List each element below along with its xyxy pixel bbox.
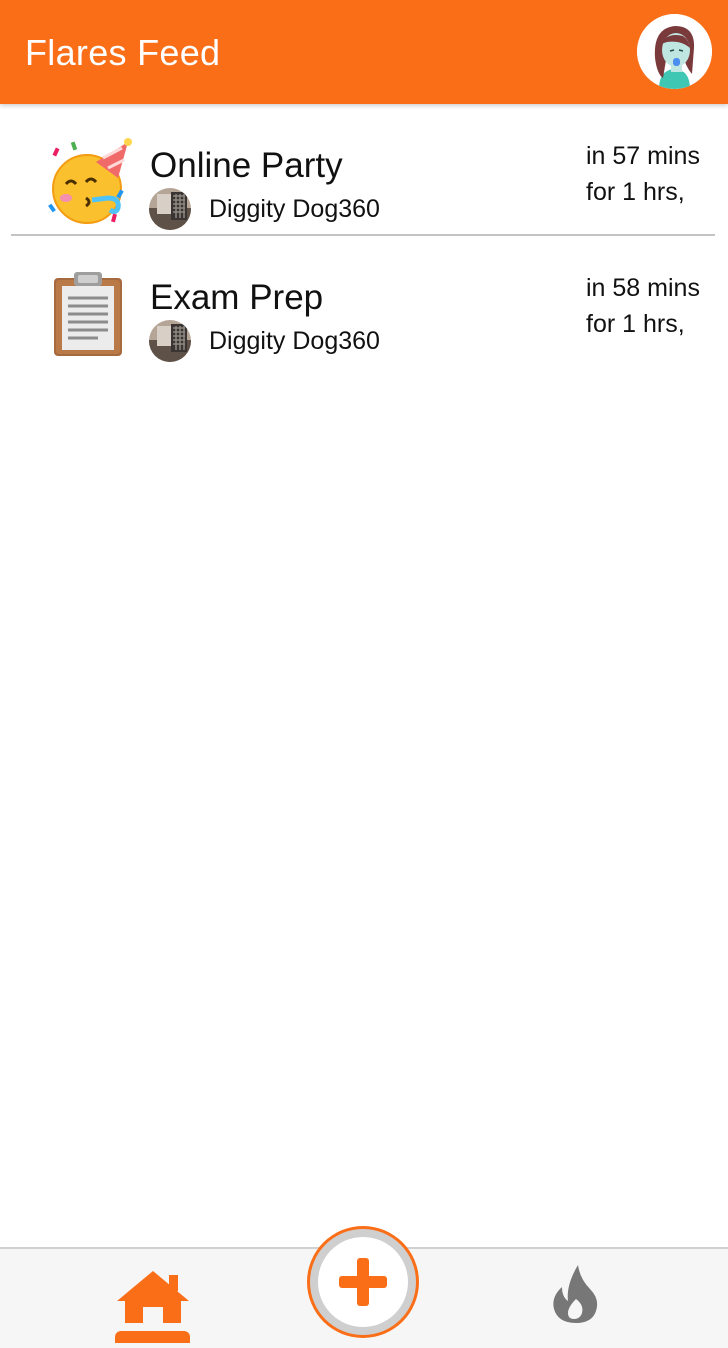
profile-avatar-button[interactable]: [637, 14, 712, 89]
user-avatar-icon: [637, 14, 712, 89]
host-name: Diggity Dog360: [209, 327, 380, 355]
flare-list-item[interactable]: Exam Prep Diggity Dog360 in 58 mins for …: [0, 236, 728, 368]
flare-start-time: in 57 mins: [586, 142, 700, 170]
home-icon: [117, 1271, 189, 1323]
host-avatar-icon: [149, 320, 191, 362]
flare-title: Exam Prep: [150, 278, 324, 317]
flame-icon: [553, 1265, 598, 1323]
flare-time: in 57 mins for 1 hrs,: [586, 138, 726, 210]
flare-list-item[interactable]: Online Party Diggity Dog360 in 57 mins f…: [0, 104, 728, 236]
host-avatar-icon: [149, 188, 191, 230]
flare-start-time: in 58 mins: [586, 274, 700, 302]
add-icon: [339, 1258, 387, 1306]
host-name: Diggity Dog360: [209, 195, 380, 223]
flare-duration: for 1 hrs,: [586, 310, 685, 338]
party-face-emoji-icon: [46, 138, 134, 226]
app-bar: Flares Feed: [0, 0, 728, 104]
active-tab-indicator: [115, 1331, 190, 1343]
nav-flares-button[interactable]: [550, 1263, 600, 1325]
flare-time: in 58 mins for 1 hrs,: [586, 270, 726, 342]
flare-title: Online Party: [150, 146, 343, 185]
page-title: Flares Feed: [25, 32, 221, 73]
flare-duration: for 1 hrs,: [586, 178, 685, 206]
flares-feed-list: Online Party Diggity Dog360 in 57 mins f…: [0, 104, 728, 368]
add-flare-button[interactable]: [307, 1226, 419, 1338]
clipboard-emoji-icon: [46, 270, 134, 358]
